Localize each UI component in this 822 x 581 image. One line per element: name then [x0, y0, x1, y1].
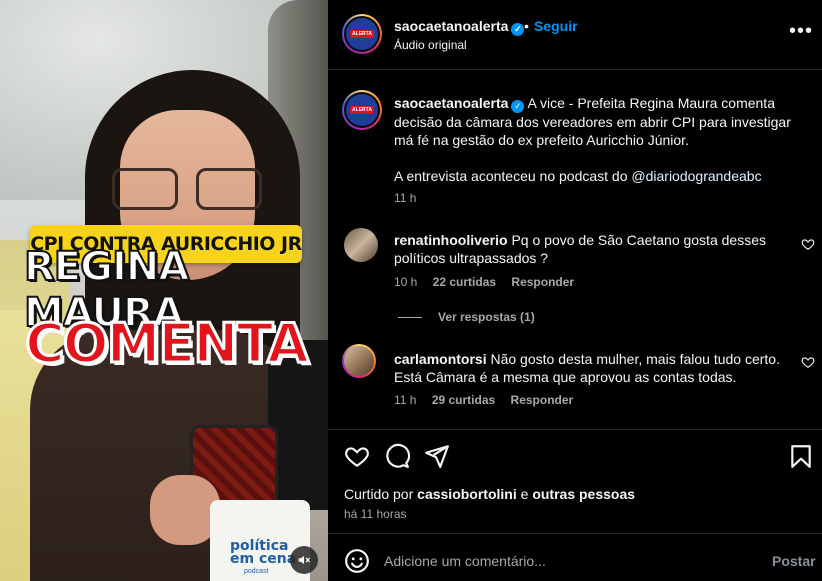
replies-line: [398, 316, 422, 318]
audio-label[interactable]: Áudio original: [394, 38, 467, 52]
actions-divider: [328, 429, 822, 430]
emoji-icon[interactable]: [344, 548, 370, 574]
view-replies-label: Ver respostas (1): [438, 310, 535, 324]
verified-badge-icon: ✓: [511, 23, 525, 36]
author-username[interactable]: saocaetanoalerta ✓: [394, 18, 525, 36]
post-comment-button[interactable]: Postar: [772, 553, 816, 569]
post-time[interactable]: há 11 horas: [344, 507, 407, 521]
caption-avatar[interactable]: ALERTA: [342, 90, 382, 130]
liked-by-prefix: Curtido por: [344, 486, 418, 502]
liked-by-middle: e: [516, 486, 533, 502]
caption-mention-link[interactable]: @diariodograndeabc: [631, 168, 761, 184]
comment-time[interactable]: 10 h: [394, 275, 417, 289]
post-video[interactable]: política em cena podcast CPI CONTRA AURI…: [0, 0, 328, 581]
comment-like-heart-icon[interactable]: [801, 355, 815, 369]
comment-likes[interactable]: 29 curtidas: [432, 393, 495, 407]
video-banner-name: REGINA MAURA: [23, 243, 190, 337]
comment-avatar[interactable]: [342, 344, 376, 378]
comment-icon[interactable]: [384, 443, 410, 469]
bookmark-icon[interactable]: [788, 443, 814, 469]
more-options-icon[interactable]: •••: [789, 21, 813, 44]
author-avatar[interactable]: ALERTA: [342, 14, 382, 54]
mug-logo-sub: podcast: [244, 568, 269, 575]
comment-1: renatinhooliverio Pq o povo de São Caeta…: [394, 231, 789, 267]
view-replies-button[interactable]: Ver respostas (1): [398, 310, 535, 324]
comment-reply-button[interactable]: Responder: [511, 275, 574, 289]
comment-meta: 11 h 29 curtidas Responder: [394, 393, 573, 407]
comment-input[interactable]: [384, 551, 754, 571]
liked-by-text: Curtido por cassiobortolini e outras pes…: [344, 486, 635, 502]
post-sidebar: ALERTA saocaetanoalerta ✓ • Seguir Áudio …: [328, 0, 822, 581]
video-banner-comenta: COMENTA: [24, 310, 311, 376]
liked-by-user[interactable]: cassiobortolini: [417, 486, 517, 502]
video-person-glasses: [112, 168, 262, 214]
mug-logo-text: política em cena: [230, 538, 297, 567]
header-divider: [328, 69, 822, 70]
comment-time[interactable]: 11 h: [394, 393, 416, 407]
verified-badge-icon: ✓: [511, 100, 525, 113]
comment-like-heart-icon[interactable]: [801, 237, 815, 251]
comment-reply-button[interactable]: Responder: [511, 393, 574, 407]
header-separator: •: [524, 18, 529, 34]
heart-icon[interactable]: [344, 443, 370, 469]
post-caption: saocaetanoalerta ✓ A vice - Prefeita Regi…: [394, 94, 804, 185]
comment-avatar[interactable]: [344, 228, 378, 262]
comment-2: carlamontorsi Não gosto desta mulher, ma…: [394, 350, 789, 386]
mute-button[interactable]: [290, 546, 318, 574]
follow-button[interactable]: Seguir: [534, 18, 578, 34]
caption-time[interactable]: 11 h: [394, 191, 416, 205]
comment-box-divider: [328, 533, 822, 534]
share-icon[interactable]: [424, 443, 450, 469]
comment-username[interactable]: renatinhooliverio: [394, 232, 508, 248]
comment-username[interactable]: carlamontorsi: [394, 351, 487, 367]
caption-text-2: A entrevista aconteceu no podcast do: [394, 168, 632, 184]
comment-meta: 10 h 22 curtidas Responder: [394, 275, 574, 289]
liked-by-others[interactable]: outras pessoas: [532, 486, 635, 502]
comment-likes[interactable]: 22 curtidas: [433, 275, 496, 289]
caption-username[interactable]: saocaetanoalerta: [394, 95, 508, 111]
speaker-muted-icon: [298, 555, 310, 565]
